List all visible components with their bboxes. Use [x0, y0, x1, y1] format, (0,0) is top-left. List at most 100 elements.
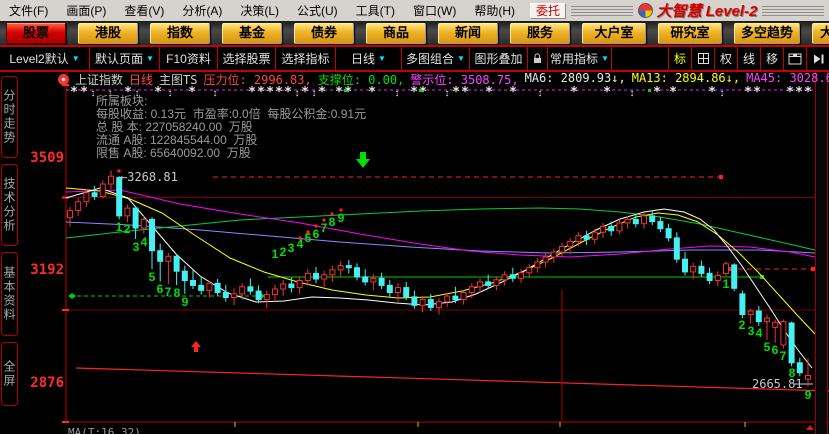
- market-tab-大[interactable]: 大: [812, 22, 829, 44]
- menu-item[interactable]: 帮助(H): [465, 2, 524, 19]
- market-tab-多空趋势[interactable]: 多空趋势: [734, 22, 800, 44]
- header-segment: 支撑位: 0.00,: [317, 72, 405, 87]
- toolbar-button-标[interactable]: 标: [668, 47, 691, 70]
- toolbar-默认页面[interactable]: 默认页面 ▼: [90, 47, 160, 70]
- svg-text:4: 4: [756, 326, 763, 340]
- svg-text:9: 9: [805, 388, 812, 402]
- chevron-down-icon: ▼: [71, 54, 80, 63]
- toolbar-label: Level2默认: [9, 52, 69, 66]
- toolbar-F10资料[interactable]: F10资料: [160, 47, 218, 70]
- svg-text:*: *: [368, 85, 376, 100]
- menu-item[interactable]: 决策(L): [231, 2, 288, 19]
- next-pane-label: MA(T:16,32): [68, 426, 141, 434]
- toolbar-图形叠加[interactable]: 图形叠加: [470, 47, 528, 70]
- toolbar-多图组合[interactable]: 多图组合 ▼: [402, 47, 470, 70]
- menu-item[interactable]: 窗口(W): [404, 2, 465, 19]
- svg-text:3: 3: [288, 241, 295, 255]
- stock-info-block: 所属板块: 每股收益: 0.13元 市盈率:0.0倍 每股公积金:0.91元总 股…: [96, 95, 366, 160]
- svg-text:*: *: [410, 85, 418, 100]
- header-segment: 日线: [129, 72, 154, 87]
- toolbar-next-button[interactable]: [806, 47, 829, 70]
- svg-text:3: 3: [748, 324, 755, 338]
- svg-text:*: *: [653, 85, 661, 100]
- svg-text:8: 8: [329, 215, 336, 229]
- svg-text:←3268.81: ←3268.81: [120, 170, 178, 184]
- market-tab-债券[interactable]: 债券: [294, 22, 354, 44]
- menu-item[interactable]: 分析(A): [173, 2, 231, 19]
- header-segment: 主图TS: [159, 72, 198, 87]
- svg-text:*: *: [708, 85, 716, 100]
- menu-item[interactable]: 画面(P): [57, 2, 115, 19]
- toolbar-label: 日线: [351, 52, 376, 66]
- menu-item[interactable]: 工具(T): [347, 2, 404, 19]
- right-scrollbar[interactable]: [815, 72, 828, 434]
- market-tab-研究室[interactable]: 研究室: [658, 22, 722, 44]
- market-tab-大户室[interactable]: 大户室: [582, 22, 646, 44]
- toolbar-选择指标[interactable]: 选择指标: [276, 47, 336, 70]
- market-tab-新闻[interactable]: 新闻: [438, 22, 498, 44]
- sidebar-tab-全屏[interactable]: 全屏: [1, 342, 18, 406]
- toolbar-grid-button[interactable]: [691, 47, 714, 70]
- svg-text:6: 6: [313, 227, 320, 241]
- chevron-down-icon: ▼: [146, 54, 154, 63]
- svg-text:2: 2: [280, 245, 287, 259]
- brand-title: 大智慧 Level-2: [656, 3, 758, 20]
- toolbar: Level2默认 ▼ 默认页面 ▼ F10资料 选择股票 选择指标 日线 ▼ 多图组合 ▼ 图形叠加常…: [0, 45, 829, 72]
- toolbar-button-线[interactable]: 线: [737, 47, 760, 70]
- market-tab-股票[interactable]: 股票: [6, 22, 66, 44]
- dzh-logo-icon: [637, 3, 653, 18]
- market-tab-港股[interactable]: 港股: [78, 22, 138, 44]
- toolbar-button-移[interactable]: 移: [760, 47, 783, 70]
- toolbar-label: 常用指标: [550, 52, 599, 66]
- svg-text:*: *: [570, 85, 578, 100]
- broker-button[interactable]: 委托: [530, 2, 567, 19]
- svg-text:1: 1: [272, 247, 279, 261]
- market-tab-基金[interactable]: 基金: [222, 22, 282, 44]
- svg-text:6: 6: [157, 282, 164, 296]
- menu-item[interactable]: 查看(V): [115, 2, 173, 19]
- svg-text:*: *: [804, 85, 812, 100]
- menu-item[interactable]: 公式(U): [288, 2, 347, 19]
- price-label-3192: 3192: [30, 262, 64, 278]
- toolbar-Level2默认[interactable]: Level2默认 ▼: [0, 47, 90, 70]
- svg-text:6: 6: [772, 343, 779, 357]
- header-segment: MA45: 3028.69↓,: [746, 72, 829, 85]
- toolbar-button-权[interactable]: 权: [714, 47, 737, 70]
- svg-text:↕: ↕: [91, 88, 96, 99]
- sidebar-tab-技术分析[interactable]: 技术分析: [1, 164, 18, 246]
- chart-header-segments: 上证指数 日线 主图TS 压力位: 2996.83, 支撑位: 0.00, 警示位: 35…: [75, 72, 829, 86]
- toolbar-常用指标[interactable]: 常用指标 ▼: [548, 47, 612, 70]
- app-window: 文件(F) 画面(P) 查看(V) 分析(A) 决策(L) 公式(U) 工具(T) 窗口(W)…: [0, 0, 829, 434]
- toolbar-选择股票[interactable]: 选择股票: [218, 47, 276, 70]
- svg-text:1: 1: [116, 220, 123, 234]
- grid-icon: [697, 53, 709, 64]
- toolbar-label: 默认页面: [95, 52, 144, 66]
- svg-text:↕: ↕: [395, 88, 400, 99]
- svg-text:*: *: [452, 85, 460, 100]
- svg-text:3: 3: [133, 240, 140, 254]
- market-tab-服务[interactable]: 服务: [510, 22, 570, 44]
- market-tab-指数[interactable]: 指数: [150, 22, 210, 44]
- header-segment: 上证指数: [75, 72, 124, 87]
- svg-text:*: *: [603, 85, 611, 100]
- svg-text:↕: ↕: [630, 88, 635, 99]
- sidebar-tab-分时走势[interactable]: 分时走势: [1, 76, 18, 158]
- svg-text:5: 5: [764, 340, 771, 354]
- menu-item[interactable]: 文件(F): [0, 2, 57, 19]
- toolbar-label: 选择指标: [281, 52, 330, 66]
- market-tab-商品[interactable]: 商品: [366, 22, 426, 44]
- svg-text:9: 9: [182, 295, 189, 309]
- header-segment: 压力位: 2996.83,: [203, 72, 312, 87]
- toolbar-panel-button[interactable]: [783, 47, 806, 70]
- toolbar-label: F10资料: [166, 52, 211, 66]
- info-line: 限售 A股: 65640092.00 万股: [96, 146, 251, 160]
- toolbar-lock-icon[interactable]: [528, 47, 548, 70]
- toolbar-日线[interactable]: 日线 ▼: [336, 47, 402, 70]
- price-label-2876: 2876: [30, 375, 64, 391]
- toolbar-buttons: 标权线移: [668, 47, 829, 70]
- sidebar-tab-基本资料[interactable]: 基本资料: [1, 252, 18, 336]
- toolbar-cells: Level2默认 ▼ 默认页面 ▼ F10资料 选择股票 选择指标 日线 ▼ 多图组合 ▼ 图形叠加常…: [0, 47, 612, 70]
- panel-icon: [788, 53, 802, 64]
- svg-text:8: 8: [174, 286, 181, 300]
- svg-text:2665.81: 2665.81: [752, 377, 803, 391]
